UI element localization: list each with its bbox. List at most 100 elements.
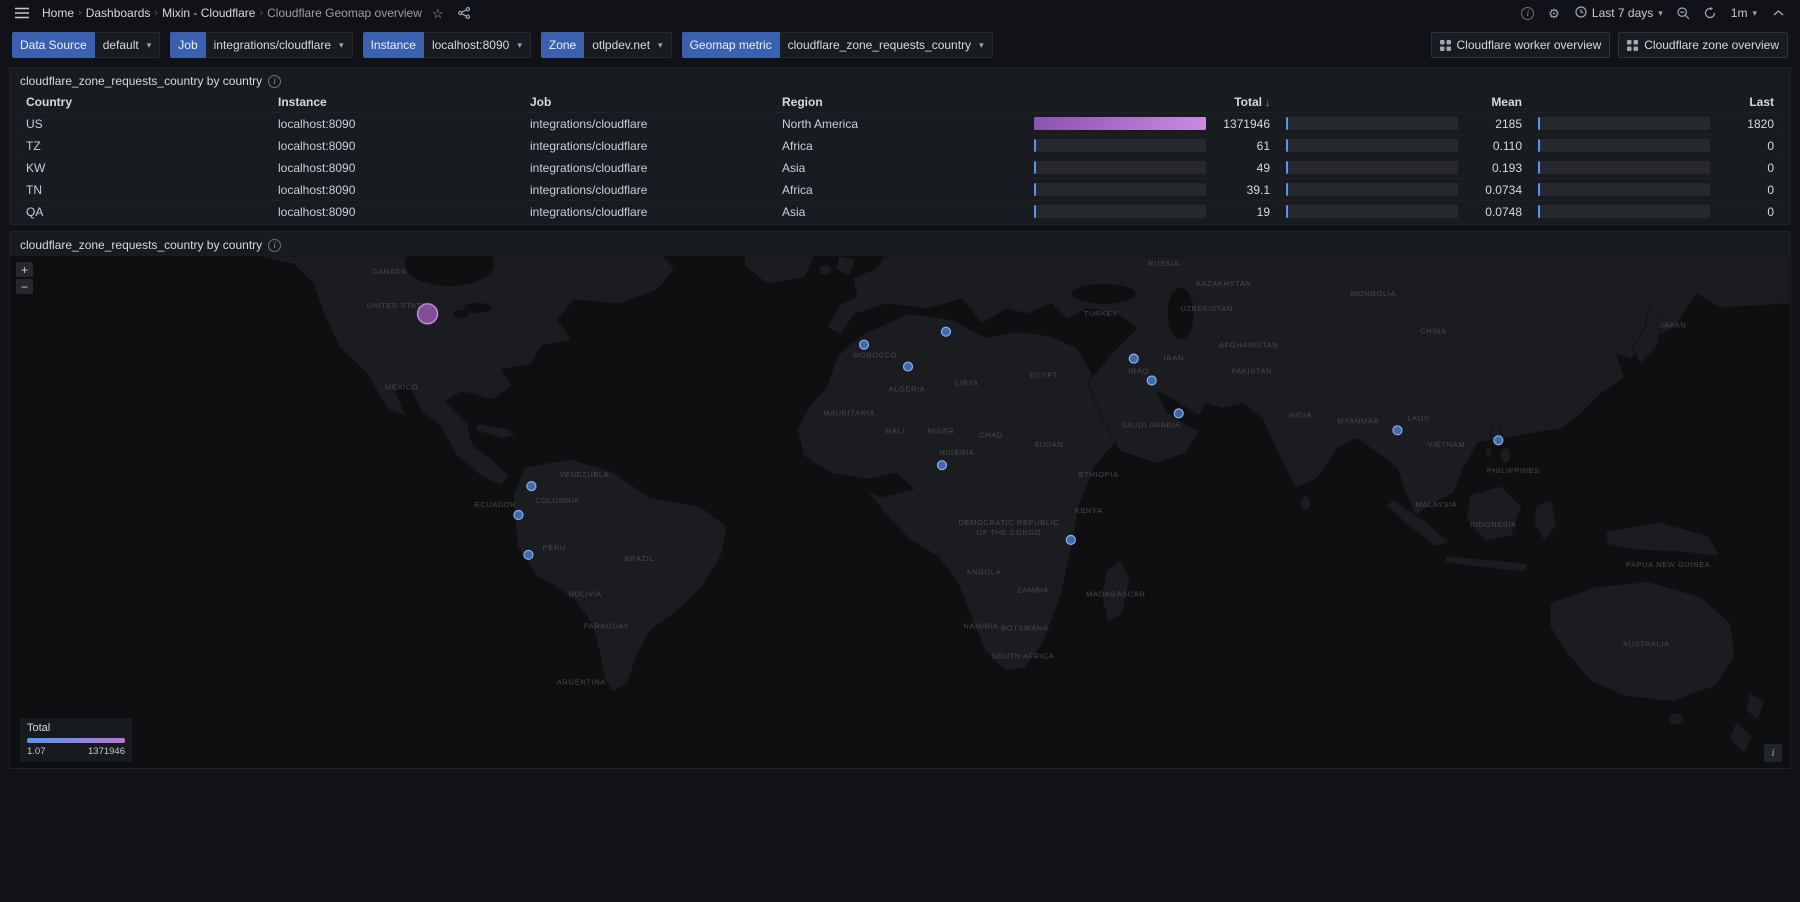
column-header-label: Total xyxy=(1234,95,1262,109)
map-data-marker[interactable] xyxy=(1147,376,1156,385)
variable-value-dropdown[interactable]: otlpdev.net▾ xyxy=(584,32,671,58)
cell-country: KW xyxy=(18,157,270,178)
variable-value-dropdown[interactable]: localhost:8090▾ xyxy=(424,32,531,58)
column-header-total[interactable]: Total↓ xyxy=(1026,92,1278,112)
cell-job: integrations/cloudflare xyxy=(522,179,774,200)
table-body: USlocalhost:8090integrations/cloudflareN… xyxy=(18,112,1782,222)
map-country-label: SUDAN xyxy=(1034,440,1063,449)
cell-last-gauge: 0 xyxy=(1530,135,1782,156)
grafana-dashboard: Home › Dashboards › Mixin - Cloudflare ›… xyxy=(0,0,1800,902)
map-attribution-button[interactable]: i xyxy=(1764,744,1782,762)
map-data-marker[interactable] xyxy=(514,511,523,520)
map-data-marker[interactable] xyxy=(527,482,536,491)
refresh-interval-picker[interactable]: 1m ▾ xyxy=(1726,2,1762,24)
cell-region: Africa xyxy=(774,135,1026,156)
column-header-last[interactable]: Last xyxy=(1530,92,1782,112)
column-header-country[interactable]: Country xyxy=(18,92,270,112)
map-country-label: LAOS xyxy=(1407,413,1429,422)
variable-datasource: Data Source default▾ xyxy=(12,32,160,58)
cell-last-gauge: 0 xyxy=(1530,179,1782,200)
chevron-down-icon: ▾ xyxy=(658,41,663,50)
panel-header[interactable]: cloudflare_zone_requests_country by coun… xyxy=(10,232,1790,256)
cell-total-value: 61 xyxy=(1214,139,1270,153)
panel-title: cloudflare_zone_requests_country by coun… xyxy=(20,238,262,252)
map-data-marker[interactable] xyxy=(1066,535,1075,544)
map-country-label: MONGOLIA xyxy=(1351,289,1396,298)
cell-region: North America xyxy=(774,113,1026,134)
zoom-out-button[interactable]: − xyxy=(16,279,33,294)
cell-last-value: 0 xyxy=(1718,205,1774,219)
map-data-marker[interactable] xyxy=(860,340,869,349)
map-data-marker[interactable] xyxy=(1494,436,1503,445)
zoom-out-time-button[interactable] xyxy=(1674,3,1694,23)
panel-info-icon[interactable]: i xyxy=(268,239,281,252)
menu-toggle-button[interactable] xyxy=(12,3,32,23)
map-country-label: CHINA xyxy=(1420,327,1446,336)
chevron-up-icon xyxy=(1773,9,1784,17)
map-country-label: UZBEKISTAN xyxy=(1180,304,1232,313)
column-header-mean[interactable]: Mean xyxy=(1278,92,1530,112)
column-header-region[interactable]: Region xyxy=(774,92,1026,112)
info-circle-icon: i xyxy=(1521,7,1534,20)
cell-instance: localhost:8090 xyxy=(270,201,522,222)
refresh-button[interactable] xyxy=(1700,3,1720,23)
breadcrumb-home[interactable]: Home xyxy=(42,6,74,20)
variable-job: Job integrations/cloudflare▾ xyxy=(170,32,352,58)
legend-gradient-bar xyxy=(27,738,125,743)
british-isles-landmass xyxy=(836,256,855,276)
map-country-label: RUSSIA xyxy=(1148,259,1179,268)
borneo-landmass xyxy=(1466,486,1521,541)
zoom-in-button[interactable]: + xyxy=(16,262,33,277)
map-zoom-controls: + − xyxy=(16,262,33,294)
variable-value-dropdown[interactable]: default▾ xyxy=(95,32,161,58)
map-country-label: PAPUA NEW GUINEA xyxy=(1626,560,1710,569)
breadcrumb-dashboards[interactable]: Dashboards xyxy=(86,6,151,20)
panel-info-icon[interactable]: i xyxy=(268,75,281,88)
chevron-down-icon: ▾ xyxy=(147,41,152,50)
collapse-navbar-button[interactable] xyxy=(1768,3,1788,23)
map-data-marker[interactable] xyxy=(937,461,946,470)
cell-last-gauge: 0 xyxy=(1530,157,1782,178)
time-range-picker[interactable]: Last 7 days ▾ xyxy=(1570,2,1668,24)
column-header-instance[interactable]: Instance xyxy=(270,92,522,112)
dashboard-insights-button[interactable]: i xyxy=(1518,3,1538,23)
panel-header[interactable]: cloudflare_zone_requests_country by coun… xyxy=(10,68,1790,92)
share-button[interactable] xyxy=(454,3,474,23)
apps-icon xyxy=(1627,40,1638,51)
map-country-label: INDONESIA xyxy=(1470,520,1517,529)
link-cloudflare-worker-overview[interactable]: Cloudflare worker overview xyxy=(1431,32,1611,58)
map-country-label: SAUDI ARABIA xyxy=(1121,420,1180,429)
map-data-marker[interactable] xyxy=(903,362,912,371)
sulawesi-landmass xyxy=(1534,499,1556,541)
cell-instance: localhost:8090 xyxy=(270,157,522,178)
cell-job: integrations/cloudflare xyxy=(522,113,774,134)
cell-region: Asia xyxy=(774,201,1026,222)
map-country-label: MAURITANIA xyxy=(823,408,875,417)
map-data-marker[interactable] xyxy=(941,327,950,336)
cell-total-gauge: 61 xyxy=(1026,135,1278,156)
variable-value-dropdown[interactable]: cloudflare_zone_requests_country▾ xyxy=(780,32,993,58)
greenland-landmass xyxy=(744,256,814,284)
variable-value-dropdown[interactable]: integrations/cloudflare▾ xyxy=(206,32,353,58)
breadcrumb-folder[interactable]: Mixin - Cloudflare xyxy=(162,6,255,20)
breadcrumb-separator: › xyxy=(259,7,263,19)
map-data-marker[interactable] xyxy=(524,550,533,559)
column-header-job[interactable]: Job xyxy=(522,92,774,112)
world-map[interactable]: CANADAUNITED STATESMEXICOVENEZUELACOLOMB… xyxy=(10,256,1790,768)
favorite-star-button[interactable]: ☆ xyxy=(428,3,448,23)
map-data-marker[interactable] xyxy=(418,304,438,324)
variable-value: integrations/cloudflare xyxy=(214,38,331,52)
cell-mean-value: 0.0748 xyxy=(1466,205,1522,219)
dashboard-settings-button[interactable]: ⚙ xyxy=(1544,3,1564,23)
top-navbar: Home › Dashboards › Mixin - Cloudflare ›… xyxy=(0,0,1800,26)
map-data-marker[interactable] xyxy=(1174,409,1183,418)
cell-total-value: 1371946 xyxy=(1214,117,1270,131)
map-country-label: JAPAN xyxy=(1660,321,1687,330)
chevron-down-icon: ▾ xyxy=(517,41,522,50)
map-data-marker[interactable] xyxy=(1393,426,1402,435)
table-row: USlocalhost:8090integrations/cloudflareN… xyxy=(18,112,1782,134)
link-cloudflare-zone-overview[interactable]: Cloudflare zone overview xyxy=(1618,32,1788,58)
map-country-label: PERU xyxy=(543,543,566,552)
map-data-marker[interactable] xyxy=(1129,354,1138,363)
table-row: TZlocalhost:8090integrations/cloudflareA… xyxy=(18,134,1782,156)
